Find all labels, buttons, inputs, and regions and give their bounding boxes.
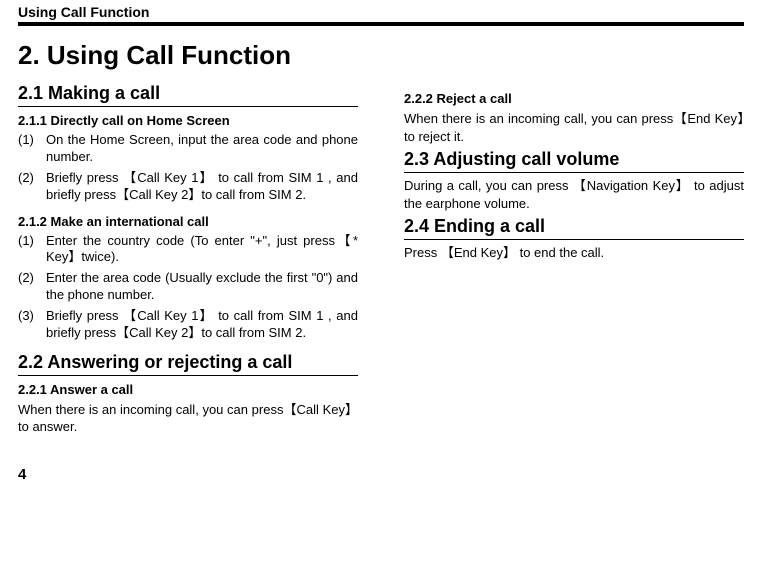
section-2-1-rule [18,106,358,107]
list-number: (2) [18,270,46,304]
list-number: (3) [18,308,46,342]
list-number: (1) [18,233,46,267]
section-2-2-1-text: When there is an incoming call, you can … [18,401,358,436]
section-2-4-rule [404,239,744,240]
section-2-4-title: 2.4 Ending a call [404,216,744,237]
list-text: Briefly press 【Call Key 1】 to call from … [46,170,358,204]
section-2-1-1-list: (1) On the Home Screen, input the area c… [18,132,358,204]
list-text: Enter the area code (Usually exclude the… [46,270,358,304]
section-2-3-title: 2.3 Adjusting call volume [404,149,744,170]
section-2-3-text: During a call, you can press 【Navigation… [404,177,744,212]
section-2-4-text: Press 【End Key】 to end the call. [404,244,744,262]
list-item: (2) Enter the area code (Usually exclude… [18,270,358,304]
list-item: (1) Enter the country code (To enter "+"… [18,233,358,267]
section-2-1-2-title: 2.1.2 Make an international call [18,214,358,229]
header-rule-bottom [18,23,744,26]
section-2-2-title: 2.2 Answering or rejecting a call [18,352,358,373]
list-number: (2) [18,170,46,204]
section-2-3-rule [404,172,744,173]
list-item: (1) On the Home Screen, input the area c… [18,132,358,166]
list-text: Enter the country code (To enter "+", ju… [46,233,358,267]
list-text: Briefly press 【Call Key 1】 to call from … [46,308,358,342]
column-right: 2.2.2 Reject a call When there is an inc… [404,81,744,440]
chapter-title: 2. Using Call Function [18,40,744,71]
section-2-1-2-list: (1) Enter the country code (To enter "+"… [18,233,358,342]
running-header: Using Call Function [18,0,744,22]
list-item: (3) Briefly press 【Call Key 1】 to call f… [18,308,358,342]
section-2-2-rule [18,375,358,376]
section-2-1-1-title: 2.1.1 Directly call on Home Screen [18,113,358,128]
content-columns: 2.1 Making a call 2.1.1 Directly call on… [18,81,744,440]
section-2-2-2-text: When there is an incoming call, you can … [404,110,744,145]
page-number: 4 [18,466,744,483]
list-item: (2) Briefly press 【Call Key 1】 to call f… [18,170,358,204]
list-number: (1) [18,132,46,166]
list-text: On the Home Screen, input the area code … [46,132,358,166]
section-2-2-1-title: 2.2.1 Answer a call [18,382,358,397]
column-left: 2.1 Making a call 2.1.1 Directly call on… [18,81,358,440]
section-2-1-title: 2.1 Making a call [18,83,358,104]
section-2-2-2-title: 2.2.2 Reject a call [404,91,744,106]
